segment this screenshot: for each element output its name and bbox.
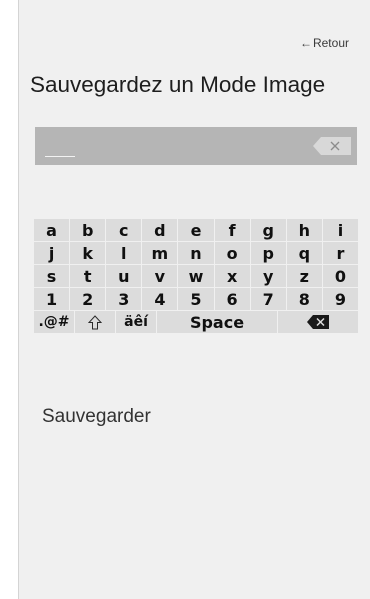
key-j[interactable]: j	[34, 242, 70, 264]
back-arrow-icon: ←	[299, 36, 312, 50]
clear-x-icon[interactable]	[313, 137, 351, 155]
shift-key[interactable]	[75, 311, 115, 333]
key-p[interactable]: p	[250, 242, 286, 264]
key-1[interactable]: 1	[34, 288, 70, 310]
keyboard-row: 1 2 3 4 5 6 7 8 9	[34, 288, 358, 310]
key-f[interactable]: f	[214, 219, 250, 241]
key-d[interactable]: d	[142, 219, 178, 241]
key-7[interactable]: 7	[250, 288, 286, 310]
key-c[interactable]: c	[106, 219, 142, 241]
keyboard-row: s t u v w x y z 0	[34, 265, 358, 287]
key-e[interactable]: e	[178, 219, 214, 241]
key-b[interactable]: b	[70, 219, 106, 241]
key-m[interactable]: m	[142, 242, 178, 264]
name-input[interactable]	[35, 127, 357, 165]
key-8[interactable]: 8	[286, 288, 322, 310]
key-o[interactable]: o	[214, 242, 250, 264]
back-label: Retour	[312, 36, 349, 50]
key-v[interactable]: v	[142, 265, 178, 287]
key-a[interactable]: a	[34, 219, 70, 241]
accents-key[interactable]: äêí	[116, 311, 156, 333]
key-0[interactable]: 0	[322, 265, 358, 287]
space-key[interactable]: Space	[157, 311, 277, 333]
backspace-key[interactable]	[278, 311, 358, 333]
key-q[interactable]: q	[286, 242, 322, 264]
key-t[interactable]: t	[70, 265, 106, 287]
key-4[interactable]: 4	[142, 288, 178, 310]
key-w[interactable]: w	[178, 265, 214, 287]
back-button[interactable]: ← Retour	[300, 36, 349, 50]
key-3[interactable]: 3	[106, 288, 142, 310]
key-g[interactable]: g	[250, 219, 286, 241]
key-5[interactable]: 5	[178, 288, 214, 310]
key-s[interactable]: s	[34, 265, 70, 287]
key-l[interactable]: l	[106, 242, 142, 264]
key-6[interactable]: 6	[214, 288, 250, 310]
key-k[interactable]: k	[70, 242, 106, 264]
backspace-icon	[307, 315, 329, 329]
key-i[interactable]: i	[322, 219, 358, 241]
key-h[interactable]: h	[286, 219, 322, 241]
key-9[interactable]: 9	[322, 288, 358, 310]
key-x[interactable]: x	[214, 265, 250, 287]
key-2[interactable]: 2	[70, 288, 106, 310]
keyboard-row: a b c d e f g h i	[34, 219, 358, 241]
keyboard-row-special: .@# äêí Space	[34, 311, 358, 333]
shift-arrow-icon	[88, 314, 102, 329]
key-z[interactable]: z	[286, 265, 322, 287]
key-y[interactable]: y	[250, 265, 286, 287]
on-screen-keyboard: a b c d e f g h i j k l m n o p q r s t …	[34, 219, 358, 334]
symbols-key[interactable]: .@#	[34, 311, 74, 333]
key-n[interactable]: n	[178, 242, 214, 264]
page-title: Sauvegardez un Mode Image	[30, 72, 326, 97]
key-u[interactable]: u	[106, 265, 142, 287]
screen: ← Retour Sauvegardez un Mode Image a b c…	[18, 0, 370, 599]
key-r[interactable]: r	[322, 242, 358, 264]
save-button[interactable]: Sauvegarder	[42, 406, 151, 428]
keyboard-row: j k l m n o p q r	[34, 242, 358, 264]
input-cursor	[45, 156, 75, 157]
